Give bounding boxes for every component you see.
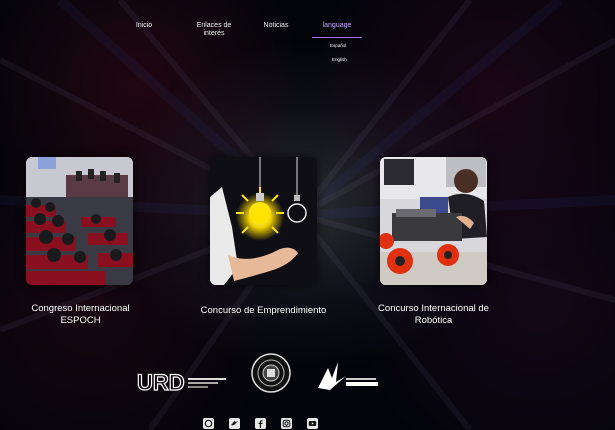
urd-logo-text: URD [137, 370, 185, 394]
card-title-robotica[interactable]: Concurso Internacional de Robótica [360, 303, 507, 327]
whatsapp-icon[interactable] [203, 418, 214, 429]
urd-logo-tagline [188, 375, 230, 389]
robot-car-photo[interactable] [380, 157, 487, 285]
twitter-icon[interactable] [229, 418, 240, 429]
top-navigation: Inicio Enlaces de interés Noticias langu… [0, 0, 615, 70]
urd-logo[interactable]: URD [136, 368, 187, 395]
hand-lightbulb-photo[interactable] [210, 157, 317, 285]
active-nav-underline [312, 37, 362, 38]
language-option-spanish[interactable]: Español [330, 43, 346, 48]
nav-item-noticias[interactable]: Noticias [256, 22, 296, 30]
facebook-icon[interactable] [255, 418, 266, 429]
card-title-congreso[interactable]: Congreso Internacional ESPOCH [14, 303, 147, 327]
nav-item-enlaces[interactable]: Enlaces de interés [186, 22, 242, 38]
conference-audience-photo[interactable] [26, 157, 133, 285]
instagram-icon[interactable] [281, 418, 292, 429]
language-option-english[interactable]: English [332, 57, 347, 62]
nav-item-language[interactable]: language [314, 22, 360, 30]
bird-logo[interactable] [316, 360, 380, 392]
university-seal-logo[interactable] [250, 352, 292, 394]
card-title-emprendimiento[interactable]: Concurso de Emprendimiento [196, 305, 331, 317]
youtube-icon[interactable] [307, 418, 318, 429]
nav-item-inicio[interactable]: Inicio [128, 22, 160, 30]
